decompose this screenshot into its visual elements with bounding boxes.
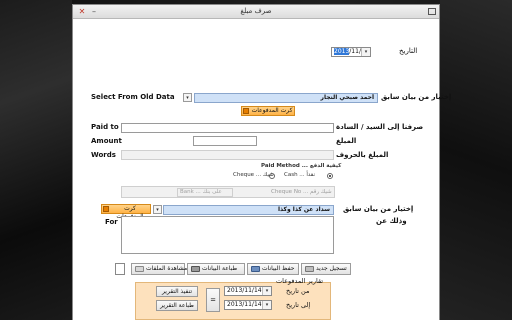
paid-to-label-ar: صرفنا إلى السيد / السادة [336,123,424,131]
new-record-label: تسجيل جديد [316,265,347,272]
print-data-button[interactable]: طباعة البيانات [187,263,245,275]
execute-report-button[interactable]: تنفيذ التقرير [156,286,198,297]
words-label-en: Words [91,151,116,159]
payment-method-label: Paid Method ... كيفية الدفع [261,163,342,169]
from-calendar-icon[interactable]: ▾ [262,287,271,295]
old-data-2-select[interactable]: سداد عن كذا وكذا [163,205,334,215]
for-textarea[interactable] [121,216,334,254]
date-picker[interactable]: 2013/11/14 ▾ [331,47,371,57]
paid-to-input[interactable] [121,123,334,133]
reports-title: تقارير المدفوعات [276,277,324,285]
report-to-date[interactable]: 2013/11/14 ▾ [224,300,272,310]
old-data-select[interactable]: أحمد صبحي النجار [194,93,378,103]
view-files-label: مشاهدة الملفات [146,265,188,272]
amount-words-field [121,150,334,160]
select-old-data-label-en: Select From Old Data [91,93,175,101]
to-calendar-icon[interactable]: ▾ [262,301,271,309]
old-data-dropdown-icon[interactable]: ▾ [183,93,192,102]
form-area: 2013/11/14 ▾ التاريخ Select From Old Dat… [73,20,451,320]
payments-card-label-1: كرت المدفوعات [251,107,293,114]
old-data-2-dropdown-icon[interactable]: ▾ [153,205,162,214]
amount-input[interactable] [193,136,257,146]
cheque-no-placeholder: Cheque No ... شيك رقم [271,189,332,195]
report-from-date[interactable]: 2013/11/14 ▾ [224,286,272,296]
for-label-ar: وذلك عن [376,217,407,225]
payments-card-button-1[interactable]: كرت المدفوعات [241,106,295,116]
bank-input[interactable]: Bank ... على بنك [177,188,233,197]
paid-to-label-en: Paid to [91,123,119,131]
files-icon [135,265,144,272]
report-from-label: من تاريخ [286,287,310,295]
reports-panel: تنفيذ التقرير طباعة التقرير = 2013/11/14… [135,277,331,320]
cheque-label: Cheque ... شيك [233,172,274,178]
new-record-icon [305,265,314,272]
cash-label: Cash ... نقداً [284,172,316,178]
save-data-button[interactable]: حفظ البيانات [247,263,299,275]
calendar-dropdown-icon[interactable]: ▾ [361,48,370,56]
desktop-left-panel [0,0,72,320]
amount-label-en: Amount [91,137,122,145]
date-label: التاريخ [399,47,418,55]
words-label-ar: المبلغ بالحروف [336,151,389,159]
print-data-label: طباعة البيانات [202,265,238,272]
cash-radio[interactable] [327,173,333,179]
window-title: صرف مبلغ [240,7,272,15]
payments-card-button-2[interactable]: كرت المدفوعات [101,204,151,220]
title-bar: ✕ – صرف مبلغ [73,5,439,19]
view-files-button[interactable]: مشاهدة الملفات [131,263,188,275]
save-data-label: حفظ البيانات [262,265,295,272]
amount-label-ar: المبلغ [336,137,357,145]
equals-button[interactable]: = [206,288,220,312]
select-old-data-2-label: إختيار من بيان سابق [343,205,414,213]
payment-window: ✕ – صرف مبلغ 2013/11/14 ▾ التاريخ Select… [72,4,451,320]
printer-icon [191,265,200,272]
print-report-button[interactable]: طباعة التقرير [156,300,198,311]
new-record-button[interactable]: تسجيل جديد [301,263,351,275]
card-icon-2 [103,206,109,212]
card-icon [243,108,249,114]
report-to-label: إلى تاريخ [286,301,311,309]
date-year: 2013 [334,48,350,55]
attachment-checkbox[interactable] [115,263,125,275]
save-icon [251,265,260,272]
report-from-date-value: 2013/11/14 [227,287,262,294]
desktop-right-panel [440,0,512,320]
for-label-en: For [105,218,118,226]
select-old-data-label-ar: إختيار من بيان سابق [381,93,452,101]
report-to-date-value: 2013/11/14 [227,301,262,308]
